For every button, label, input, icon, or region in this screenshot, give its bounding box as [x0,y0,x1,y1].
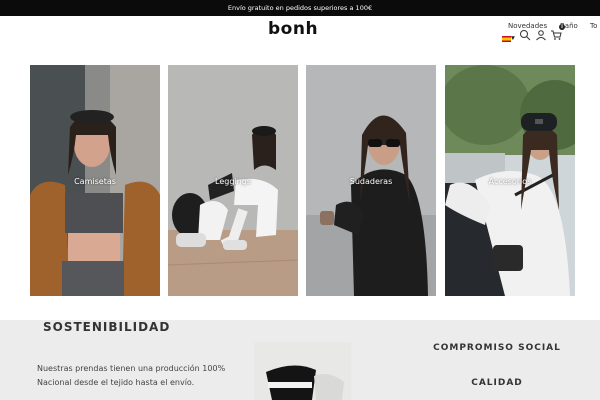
site-header: bonh Novedades Baño To ▼ 0 [0,16,600,64]
nav-todo[interactable]: To [590,22,597,30]
language-selector[interactable]: ▼ [502,28,516,42]
chevron-down-icon: ▼ [511,35,515,42]
card-label: Sudaderas [349,177,393,186]
brand-logo[interactable]: bonh [268,19,318,39]
flag-es-icon [502,35,511,42]
card-label: Camisetas [74,177,116,186]
heading-compromiso-social: COMPROMISO SOCIAL [433,343,561,353]
sustainability-title: SOSTENIBILIDAD [43,320,171,334]
search-icon[interactable] [519,26,531,41]
user-icon[interactable] [535,26,547,41]
category-card-accesorios[interactable]: Accesorios [445,65,575,296]
cart-icon[interactable]: 0 [550,24,565,40]
card-label: Leggings [215,177,251,186]
heading-calidad: CALIDAD [471,378,523,388]
card-label: Accesorios [488,177,532,186]
category-card-sudaderas[interactable]: Sudaderas [306,65,436,296]
promo-bar: Envío gratuito en pedidos superiores a 1… [0,0,600,16]
cart-count-badge: 0 [559,24,565,30]
sustainability-text: Nuestras prendas tienen una producción 1… [37,364,226,387]
sustainability-image [254,342,351,400]
category-card-leggings[interactable]: Leggings [168,65,298,296]
category-card-camisetas[interactable]: Camisetas [30,65,160,296]
